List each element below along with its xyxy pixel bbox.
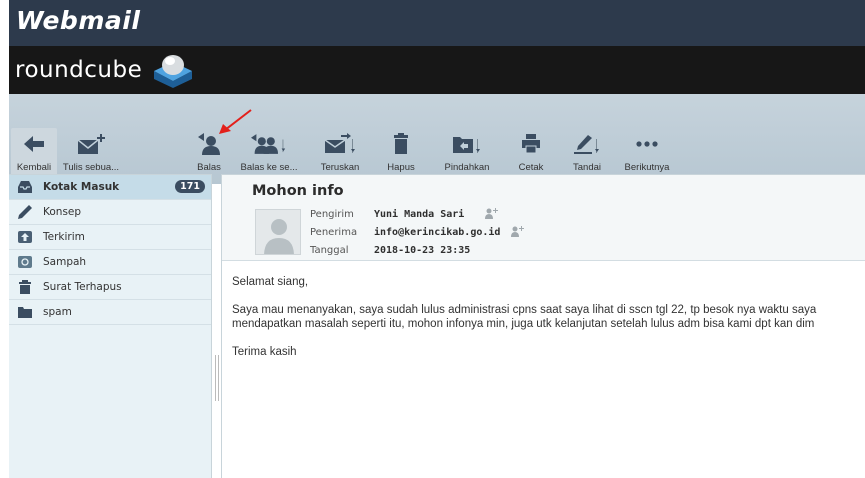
folder-list: Kotak Masuk 171 Konsep Terkirim Sampah S… [9, 174, 212, 478]
compose-mail-icon [73, 130, 109, 158]
body-line: Saya mau menanyakan, saya sudah lulus ad… [232, 304, 817, 316]
compose-button[interactable]: Tulis sebua... [61, 128, 121, 176]
junk-icon [17, 255, 33, 269]
message-body: Selamat siang, Saya mau menanyakan, saya… [232, 275, 816, 373]
folder-item-sent[interactable]: Terkirim [9, 225, 211, 250]
arrow-left-icon [16, 130, 52, 158]
sender-avatar [255, 209, 301, 255]
roundcube-logo-icon [154, 55, 193, 88]
reply-all-icon [251, 130, 287, 158]
folder-label: Kotak Masuk [43, 181, 120, 193]
roundcube-logo-text: roundcube [15, 57, 143, 83]
folder-label: spam [43, 306, 72, 318]
add-contact-icon[interactable] [510, 225, 524, 237]
trash-icon [17, 280, 33, 294]
folder-item-inbox[interactable]: Kotak Masuk 171 [9, 175, 211, 200]
forward-mail-icon [322, 130, 358, 158]
to-header-label: Penerima [310, 227, 358, 238]
folder-label: Terkirim [43, 231, 85, 243]
body-line: mendapatkan masalah seperti itu, mohon i… [232, 318, 815, 330]
message-toolbar: Kembali Tulis sebua... Balas Balas ke se… [9, 128, 669, 178]
message-pane: Mohon info Pengirim Yuni Manda Sari Pene… [221, 174, 865, 478]
body-greeting: Selamat siang, [232, 276, 309, 288]
roundcube-logo[interactable]: roundcube [15, 50, 196, 90]
folder-item-drafts[interactable]: Konsep [9, 200, 211, 225]
unread-count-badge: 171 [175, 180, 205, 193]
back-button[interactable]: Kembali [11, 128, 57, 176]
message-subject: Mohon info [252, 183, 344, 199]
folder-label: Sampah [43, 256, 87, 268]
folder-label: Surat Terhapus [43, 281, 122, 293]
webmail-brand: Webmail [16, 6, 141, 35]
sender-name[interactable]: Yuni Manda Sari [374, 209, 464, 220]
trash-icon [383, 130, 419, 158]
delete-button[interactable]: Hapus [383, 128, 419, 176]
annotation-arrow-icon [219, 109, 252, 134]
printer-icon [513, 130, 549, 158]
folder-icon [17, 305, 33, 319]
pane-splitter-handle[interactable] [215, 355, 219, 401]
move-button[interactable]: Pindahkan [437, 128, 497, 176]
forward-button[interactable]: Teruskan [315, 128, 365, 176]
folder-item-spam[interactable]: spam [9, 300, 211, 325]
recipient-address[interactable]: info@kerincikab.go.id [374, 227, 500, 238]
mark-button[interactable]: Tandai [567, 128, 607, 176]
more-button[interactable]: Berikutnya [617, 128, 677, 176]
folder-item-trash[interactable]: Surat Terhapus [9, 275, 211, 300]
folder-label: Konsep [43, 206, 82, 218]
add-contact-icon[interactable] [484, 207, 498, 219]
inbox-icon [17, 180, 33, 194]
folder-item-junk[interactable]: Sampah [9, 250, 211, 275]
message-header: Mohon info Pengirim Yuni Manda Sari Pene… [222, 175, 865, 261]
more-dots-icon [629, 130, 665, 158]
message-date: 2018-10-23 23:35 [374, 245, 471, 256]
date-header-label: Tanggal [310, 245, 349, 256]
sent-icon [17, 230, 33, 244]
webmail-topbar: Webmail [9, 0, 865, 46]
roundcube-header: roundcube [9, 46, 865, 94]
pencil-icon [17, 205, 33, 219]
webmail-window: Webmail roundcube Kembali Tulis sebua... [9, 0, 865, 478]
pencil-mark-icon [569, 130, 605, 158]
body-closing: Terima kasih [232, 346, 297, 358]
from-header-label: Pengirim [310, 209, 354, 220]
move-folder-icon [449, 130, 485, 158]
print-button[interactable]: Cetak [511, 128, 551, 176]
